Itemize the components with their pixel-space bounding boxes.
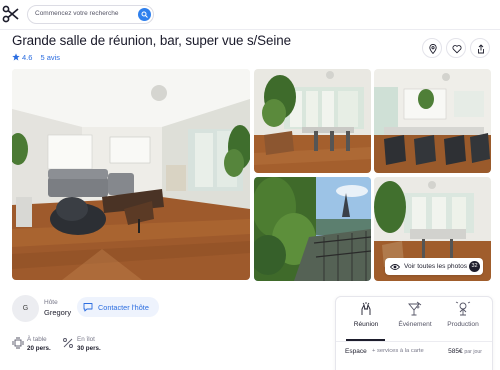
star-icon	[12, 53, 20, 61]
capacity-island-value: 30 pers.	[77, 345, 101, 352]
photo-count-badge: 32	[469, 261, 480, 272]
space-label: Espace	[345, 348, 367, 355]
contact-host-button[interactable]: Contacter l'hôte	[77, 297, 159, 317]
favorite-button[interactable]	[446, 38, 466, 58]
services-note: + services à la carte	[372, 348, 424, 354]
gallery-photo-terrace[interactable]	[254, 177, 371, 281]
price-unit: par jour	[464, 349, 482, 355]
islands-layout-icon	[63, 338, 73, 348]
tab-production-label: Production	[447, 321, 479, 328]
see-all-photos-button[interactable]: Voir toutes les photos 32	[385, 258, 483, 275]
search-icon	[141, 11, 148, 18]
search-placeholder: Commencez votre recherche	[35, 10, 119, 17]
gallery-photo-meeting-room[interactable]	[374, 69, 491, 173]
capacity-table-value: 20 pers.	[27, 345, 51, 352]
tab-reunion[interactable]: Réunion	[346, 301, 386, 328]
tab-production[interactable]: Production	[443, 301, 483, 328]
host-caption: Hôte	[44, 299, 58, 306]
spotlight-icon	[455, 301, 471, 316]
eye-icon	[390, 263, 400, 270]
page-title: Grande salle de réunion, bar, super vue …	[12, 33, 291, 48]
main-photo[interactable]	[12, 69, 250, 280]
logo-icon[interactable]	[2, 5, 20, 23]
host-name[interactable]: Gregory	[44, 308, 71, 317]
see-all-photos-label: Voir toutes les photos	[404, 263, 468, 270]
tab-reunion-label: Réunion	[353, 321, 379, 328]
rating-score: 4.6	[22, 52, 33, 62]
chat-bubble-icon	[83, 303, 93, 312]
booking-card: Réunion Événement Production Espace + se…	[335, 296, 493, 370]
meeting-hands-icon	[361, 302, 371, 315]
host-avatar[interactable]: G	[12, 295, 39, 322]
table-layout-icon	[12, 337, 24, 349]
price-value: 585€	[448, 348, 463, 355]
tab-evenement[interactable]: Événement	[395, 301, 435, 328]
reviews-link[interactable]: 5 avis	[40, 53, 60, 62]
search-input[interactable]: Commencez votre recherche	[27, 5, 154, 24]
capacity-table-label: À table	[27, 336, 47, 343]
contact-host-label: Contacter l'hôte	[98, 302, 149, 312]
price: 585€ par jour	[448, 348, 482, 355]
search-button[interactable]	[138, 8, 151, 21]
top-bar: Commencez votre recherche	[0, 0, 500, 30]
tab-evenement-label: Événement	[398, 321, 432, 328]
location-button[interactable]	[422, 38, 442, 58]
heart-icon	[452, 45, 462, 54]
gallery-photo-dining[interactable]	[254, 69, 371, 173]
share-icon	[478, 44, 484, 54]
cocktail-icon	[408, 301, 422, 316]
share-button[interactable]	[470, 38, 490, 58]
location-pin-icon	[429, 44, 437, 54]
rating-summary: 4.6 5 avis	[12, 52, 60, 62]
capacity-island-label: En îlot	[77, 336, 95, 343]
card-divider	[336, 341, 492, 342]
